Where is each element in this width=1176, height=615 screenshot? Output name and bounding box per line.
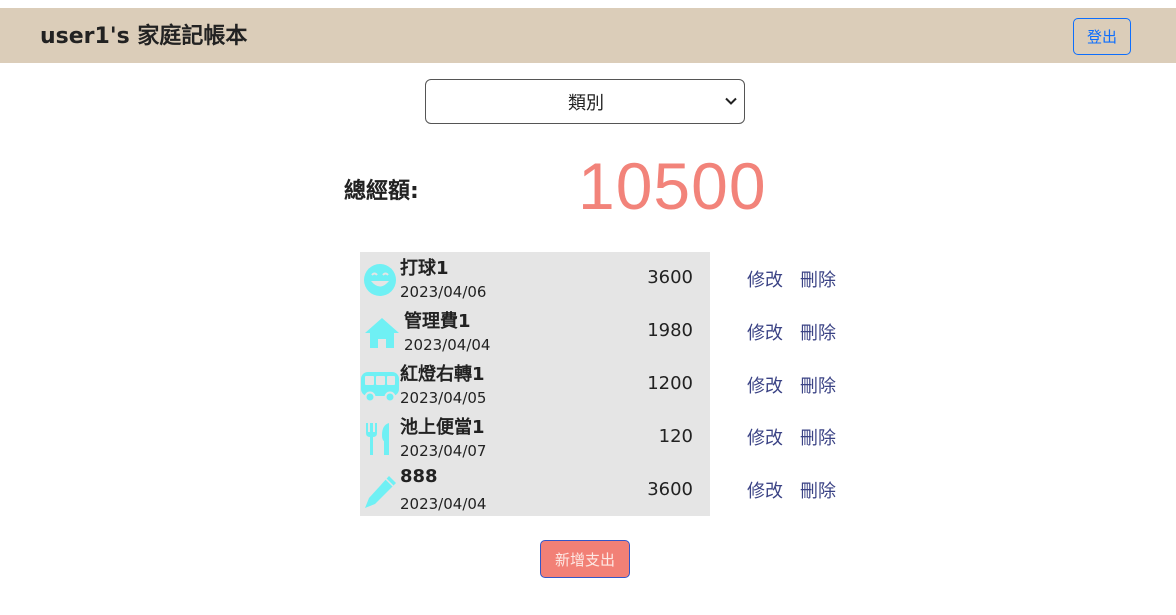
expense-amount: 3600: [647, 479, 693, 500]
expense-amount: 1200: [647, 373, 693, 394]
app-header: user1's 家庭記帳本 登出: [0, 8, 1176, 63]
expense-date: 2023/04/04: [404, 336, 491, 354]
utensils-icon: [366, 423, 389, 455]
bus-icon: [361, 372, 399, 403]
list-item: 888 2023/04/04 3600: [360, 464, 710, 517]
row-actions: 修改 刪除: [747, 424, 847, 454]
expense-date: 2023/04/04: [400, 495, 487, 513]
delete-link[interactable]: 刪除: [800, 372, 836, 398]
edit-link[interactable]: 修改: [747, 266, 783, 292]
expense-amount: 1980: [647, 320, 693, 341]
list-item: 打球1 2023/04/06 3600: [360, 252, 710, 305]
home-icon: [365, 318, 399, 348]
row-actions: 修改 刪除: [747, 266, 847, 296]
add-expense-button[interactable]: 新增支出: [540, 540, 630, 578]
logout-button[interactable]: 登出: [1073, 18, 1131, 55]
edit-link[interactable]: 修改: [747, 372, 783, 398]
expense-name: 紅燈右轉1: [400, 364, 485, 385]
delete-link[interactable]: 刪除: [800, 424, 836, 450]
chevron-down-icon: [725, 97, 737, 105]
expense-list: 打球1 2023/04/06 3600 管理費1 2023/04/04 1980…: [360, 252, 710, 516]
expense-name: 888: [400, 466, 438, 487]
row-actions: 修改 刪除: [747, 319, 847, 349]
list-item: 池上便當1 2023/04/07 120: [360, 411, 710, 464]
list-item: 管理費1 2023/04/04 1980: [364, 305, 714, 358]
edit-link[interactable]: 修改: [747, 477, 783, 503]
delete-link[interactable]: 刪除: [800, 477, 836, 503]
row-actions: 修改 刪除: [747, 477, 847, 507]
list-item: 紅燈右轉1 2023/04/05 1200: [360, 358, 710, 411]
expense-name: 打球1: [400, 258, 449, 279]
delete-link[interactable]: 刪除: [800, 319, 836, 345]
category-select[interactable]: 類別: [425, 79, 745, 124]
category-select-value: 類別: [568, 92, 604, 114]
expense-name: 管理費1: [404, 311, 471, 332]
edit-link[interactable]: 修改: [747, 424, 783, 450]
total-label: 總經額:: [344, 179, 419, 204]
total-value: 10500: [578, 149, 767, 223]
expense-date: 2023/04/07: [400, 442, 487, 460]
pen-icon: [365, 476, 396, 508]
expense-name: 池上便當1: [400, 417, 485, 438]
delete-link[interactable]: 刪除: [800, 266, 836, 292]
expense-amount: 120: [658, 426, 693, 447]
expense-date: 2023/04/06: [400, 283, 487, 301]
edit-link[interactable]: 修改: [747, 319, 783, 345]
app-title: user1's 家庭記帳本: [40, 24, 248, 49]
smile-icon: [364, 264, 396, 296]
expense-amount: 3600: [647, 267, 693, 288]
row-actions: 修改 刪除: [747, 372, 847, 402]
expense-date: 2023/04/05: [400, 389, 487, 407]
